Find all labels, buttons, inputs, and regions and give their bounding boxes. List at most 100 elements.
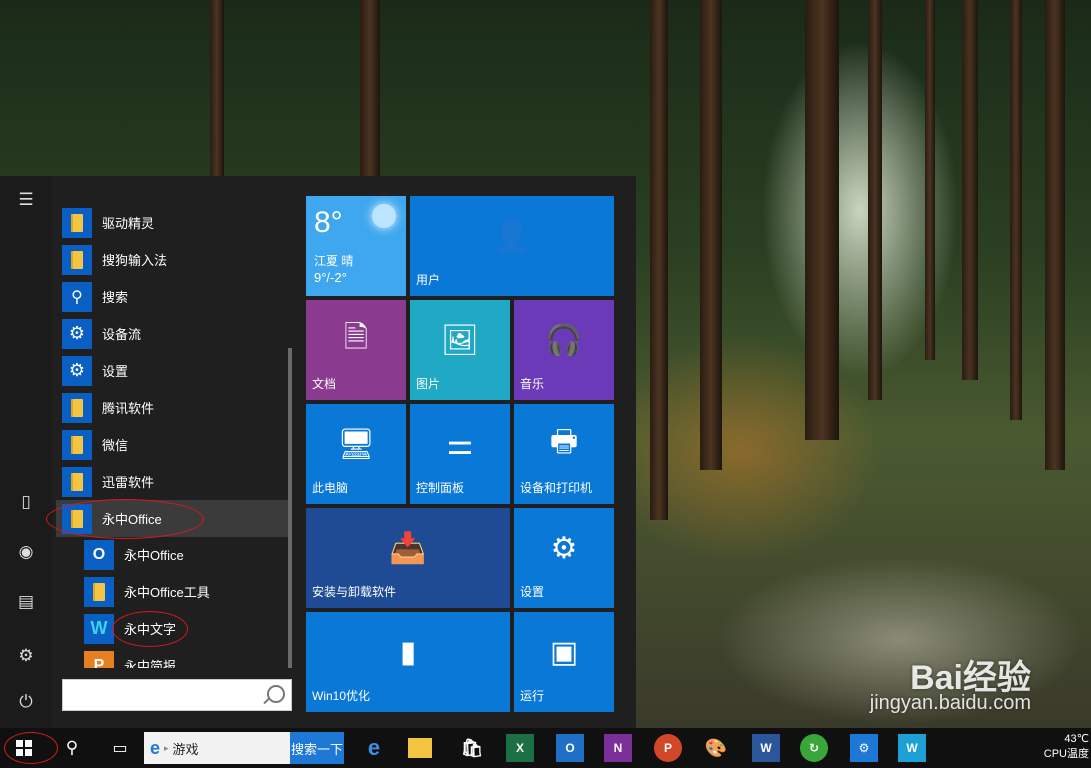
- gear-icon: ⚙: [62, 318, 92, 349]
- edge-icon[interactable]: e: [360, 734, 388, 762]
- win10-optimize-tile[interactable]: ▮ Win10优化: [306, 612, 510, 712]
- app-list-scrollbar[interactable]: [288, 348, 292, 668]
- taskbar: ⚲ ▭ e ▸ 游戏 搜索一下 e 🛍 X O N P 🎨 W ↻ ⚙ W 43…: [0, 728, 1091, 768]
- list-item[interactable]: ⚙ 设置: [56, 352, 288, 389]
- file-explorer-icon[interactable]: ▤: [10, 586, 42, 618]
- annotation-ellipse: [112, 611, 188, 647]
- yozo-slides-icon: P: [84, 650, 114, 668]
- onenote-icon[interactable]: N: [604, 734, 632, 762]
- sun-icon: [372, 204, 396, 228]
- folder-icon: [62, 466, 92, 497]
- store-icon[interactable]: 🛍: [458, 734, 486, 762]
- tile-label: 用户: [416, 273, 441, 287]
- list-item[interactable]: 腾讯软件: [56, 389, 288, 426]
- tray-temp-value: 43℃: [1064, 733, 1089, 745]
- list-item[interactable]: 迅雷软件: [56, 463, 288, 500]
- control-panel-tile[interactable]: ⚌ 控制面板: [410, 404, 510, 504]
- tile-label: 音乐: [520, 377, 545, 391]
- install-uninstall-tile[interactable]: 📥 安装与卸载软件: [306, 508, 510, 608]
- install-box-icon: 📥: [389, 531, 427, 565]
- folder-icon: [62, 207, 92, 238]
- list-item[interactable]: O 永中Office: [78, 536, 288, 573]
- tablet-mode-icon[interactable]: ▯: [10, 486, 42, 518]
- list-item[interactable]: 微信: [56, 426, 288, 463]
- gear-icon: ⚙: [62, 355, 92, 386]
- weather-range: 9°/-2°: [314, 270, 347, 285]
- hamburger-menu-icon[interactable]: ☰: [10, 184, 42, 216]
- search-icon: [267, 685, 285, 703]
- dropdown-icon: ▸: [164, 742, 169, 753]
- list-item-label: 迅雷软件: [102, 475, 155, 490]
- tile-label: 文档: [312, 377, 337, 391]
- settings-app-icon[interactable]: ⚙: [850, 734, 878, 762]
- taskbar-search-button[interactable]: 搜索一下: [290, 732, 344, 764]
- folder-icon: [84, 576, 114, 607]
- task-view-icon[interactable]: ▭: [106, 734, 134, 762]
- settings-tile[interactable]: ⚙ 设置: [514, 508, 614, 608]
- powerpoint-icon[interactable]: P: [654, 734, 682, 762]
- user-tile[interactable]: 👤 用户: [410, 196, 614, 296]
- tray-cpu-temp[interactable]: 43℃ CPU温度: [1044, 732, 1089, 762]
- search-app-icon: ⚲: [62, 281, 92, 312]
- list-item[interactable]: ⚙ 设备流: [56, 315, 288, 352]
- list-item-label: 永中Office工具: [124, 585, 210, 600]
- excel-icon[interactable]: X: [506, 734, 534, 762]
- list-item[interactable]: P 永中简报: [78, 647, 288, 668]
- annotation-ellipse: [4, 732, 58, 764]
- panel-icon: ▮: [399, 635, 417, 669]
- weather-tile[interactable]: 8° 江夏 晴 9°/-2°: [306, 196, 406, 296]
- list-item-label: 永中Office: [124, 548, 184, 563]
- list-item-label: 永中简报: [124, 659, 177, 668]
- folder-icon: [62, 392, 92, 423]
- settings-gear-icon[interactable]: ⚙: [10, 640, 42, 672]
- tile-label: Win10优化: [312, 689, 371, 703]
- list-item[interactable]: 驱动精灵: [56, 204, 288, 241]
- list-item[interactable]: 搜狗输入法: [56, 241, 288, 278]
- list-item-label: 微信: [102, 438, 129, 453]
- start-search-input[interactable]: [62, 679, 292, 711]
- yozo-word-taskbar-icon[interactable]: W: [898, 734, 926, 762]
- gear-icon: ⚙: [550, 531, 578, 565]
- run-tile[interactable]: ▣ 运行: [514, 612, 614, 712]
- list-item-label: 设备流: [102, 327, 142, 342]
- devices-printers-tile[interactable]: 🖶 设备和打印机: [514, 404, 614, 504]
- taskbar-search-text: 游戏: [172, 741, 199, 757]
- weather-temp: 8°: [314, 206, 343, 239]
- file-explorer-icon[interactable]: [408, 738, 432, 758]
- tile-label: 图片: [416, 377, 441, 391]
- word-icon[interactable]: W: [752, 734, 780, 762]
- refresh-app-icon[interactable]: ↻: [800, 734, 828, 762]
- tile-label: 此电脑: [312, 481, 349, 495]
- monitor-icon: 🖥: [336, 427, 376, 461]
- list-item[interactable]: ⚲ 搜索: [56, 278, 288, 315]
- folder-icon: [62, 429, 92, 460]
- list-item-label: 设置: [102, 364, 129, 379]
- paint-icon[interactable]: 🎨: [702, 734, 730, 762]
- search-icon[interactable]: ⚲: [58, 734, 86, 762]
- pictures-tile[interactable]: 🖼 图片: [410, 300, 510, 400]
- music-tile[interactable]: 🎧 音乐: [514, 300, 614, 400]
- annotation-ellipse: [46, 499, 204, 539]
- document-icon: 🗎: [343, 320, 369, 354]
- tile-label: 设置: [520, 585, 545, 599]
- app-list: 驱动精灵 搜狗输入法 ⚲ 搜索 ⚙ 设备流 ⚙ 设置 腾讯软件 微信 迅雷软件: [56, 196, 288, 668]
- power-icon[interactable]: ⏻: [10, 686, 42, 718]
- list-item[interactable]: 永中Office工具: [78, 573, 288, 610]
- weather-location: 江夏 晴: [314, 254, 354, 268]
- taskbar-search-input[interactable]: e ▸ 游戏: [144, 732, 290, 764]
- printer-icon: 🖶: [549, 424, 579, 458]
- this-pc-tile[interactable]: 🖥 此电脑: [306, 404, 406, 504]
- folder-icon: [62, 244, 92, 275]
- list-item-label: 驱动精灵: [102, 216, 155, 231]
- picture-icon: 🖼: [440, 323, 480, 357]
- tile-label: 控制面板: [416, 481, 465, 495]
- yozo-office-icon: O: [84, 539, 114, 570]
- user-account-icon[interactable]: ◉: [10, 536, 42, 568]
- run-terminal-icon: ▣: [549, 635, 579, 669]
- yozo-word-icon: W: [84, 613, 114, 644]
- outlook-icon[interactable]: O: [556, 734, 584, 762]
- tile-label: 安装与卸载软件: [312, 585, 397, 599]
- tile-label: 运行: [520, 689, 545, 703]
- start-rail: ☰ ▯ ◉ ▤ ⚙ ⏻: [0, 176, 52, 728]
- documents-tile[interactable]: 🗎 文档: [306, 300, 406, 400]
